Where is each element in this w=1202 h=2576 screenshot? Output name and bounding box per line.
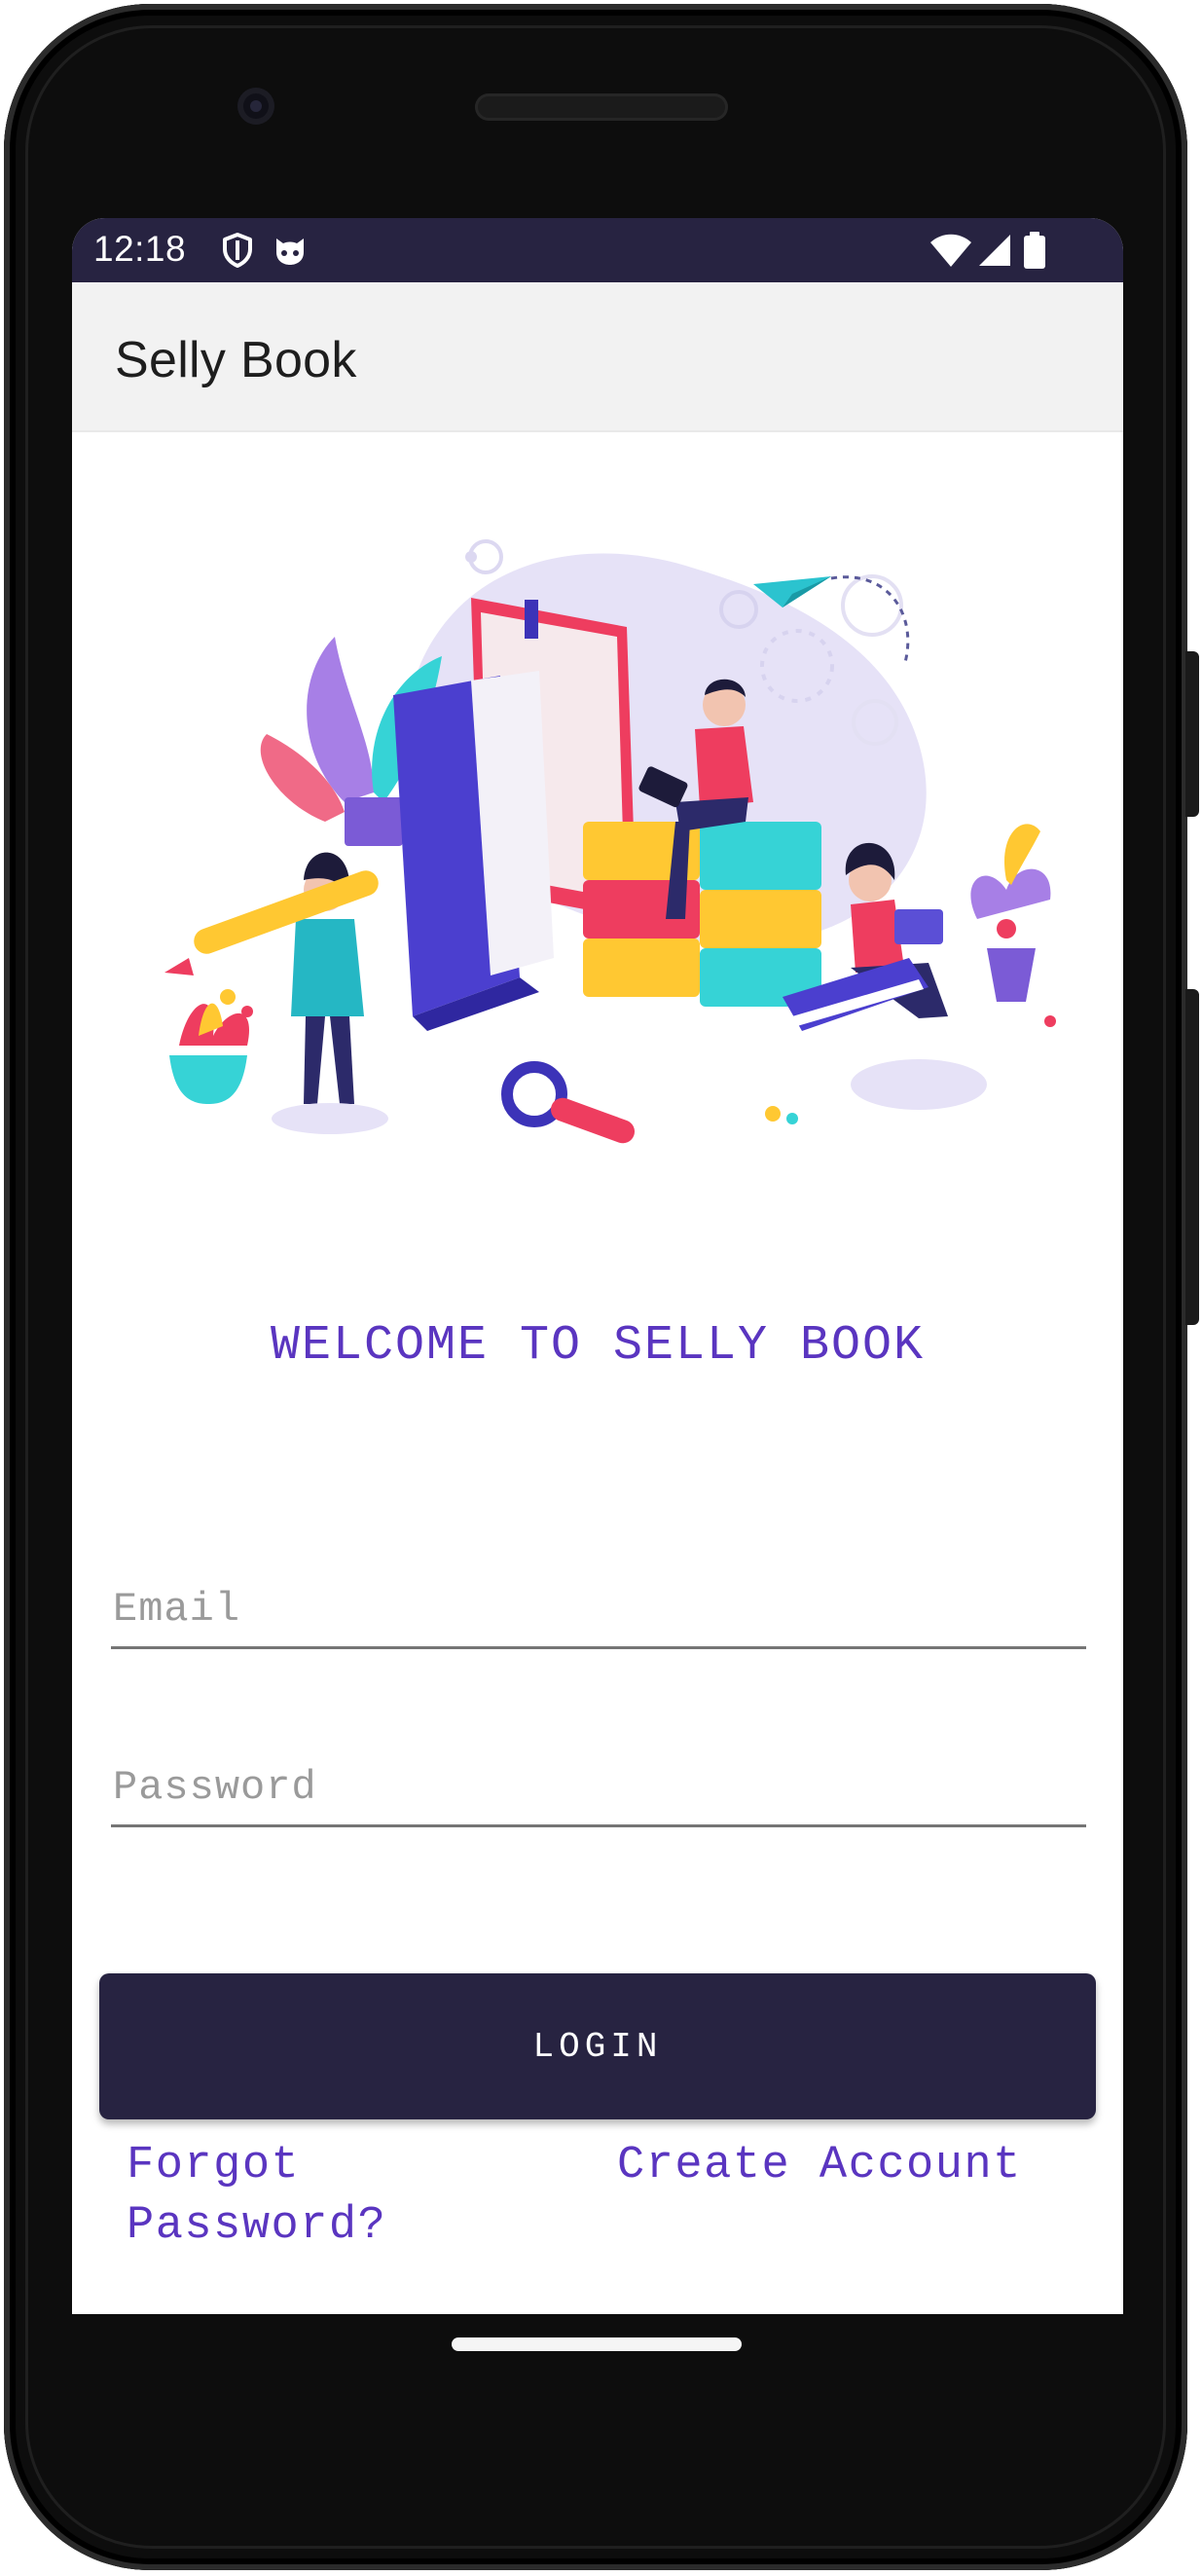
home-indicator[interactable] xyxy=(452,2337,742,2351)
volume-button xyxy=(1185,989,1199,1325)
email-field-container xyxy=(111,1542,1086,1649)
email-input[interactable] xyxy=(111,1542,1086,1646)
forgot-password-link[interactable]: Forgot Password? xyxy=(127,2136,457,2257)
status-time: 12:18 xyxy=(93,229,187,269)
create-account-link[interactable]: Create Account xyxy=(617,2136,1104,2196)
cellular-signal-icon xyxy=(975,231,1014,270)
login-button-label: LOGIN xyxy=(532,2026,663,2067)
reading-books-illustration xyxy=(150,510,1084,1221)
earpiece-speaker xyxy=(475,93,728,121)
cat-face-icon xyxy=(271,231,310,270)
power-button xyxy=(1185,651,1199,817)
app-screen: 12:18 Selly Book WELCOME TO SELLY BOOK E… xyxy=(72,218,1123,2314)
status-bar: 12:18 xyxy=(72,218,1123,282)
battery-icon xyxy=(1022,231,1047,270)
shield-icon xyxy=(218,231,257,270)
app-bar: Selly Book xyxy=(72,282,1123,432)
password-input[interactable] xyxy=(111,1720,1086,1824)
password-field-container xyxy=(111,1720,1086,1827)
welcome-heading: WELCOME TO SELLY BOOK xyxy=(270,1318,926,1374)
phone-frame: 12:18 Selly Book WELCOME TO SELLY BOOK E… xyxy=(4,4,1199,2570)
wifi-icon xyxy=(929,231,973,270)
login-button[interactable]: LOGIN xyxy=(99,1973,1096,2119)
app-title: Selly Book xyxy=(115,332,357,388)
front-camera xyxy=(237,88,274,125)
